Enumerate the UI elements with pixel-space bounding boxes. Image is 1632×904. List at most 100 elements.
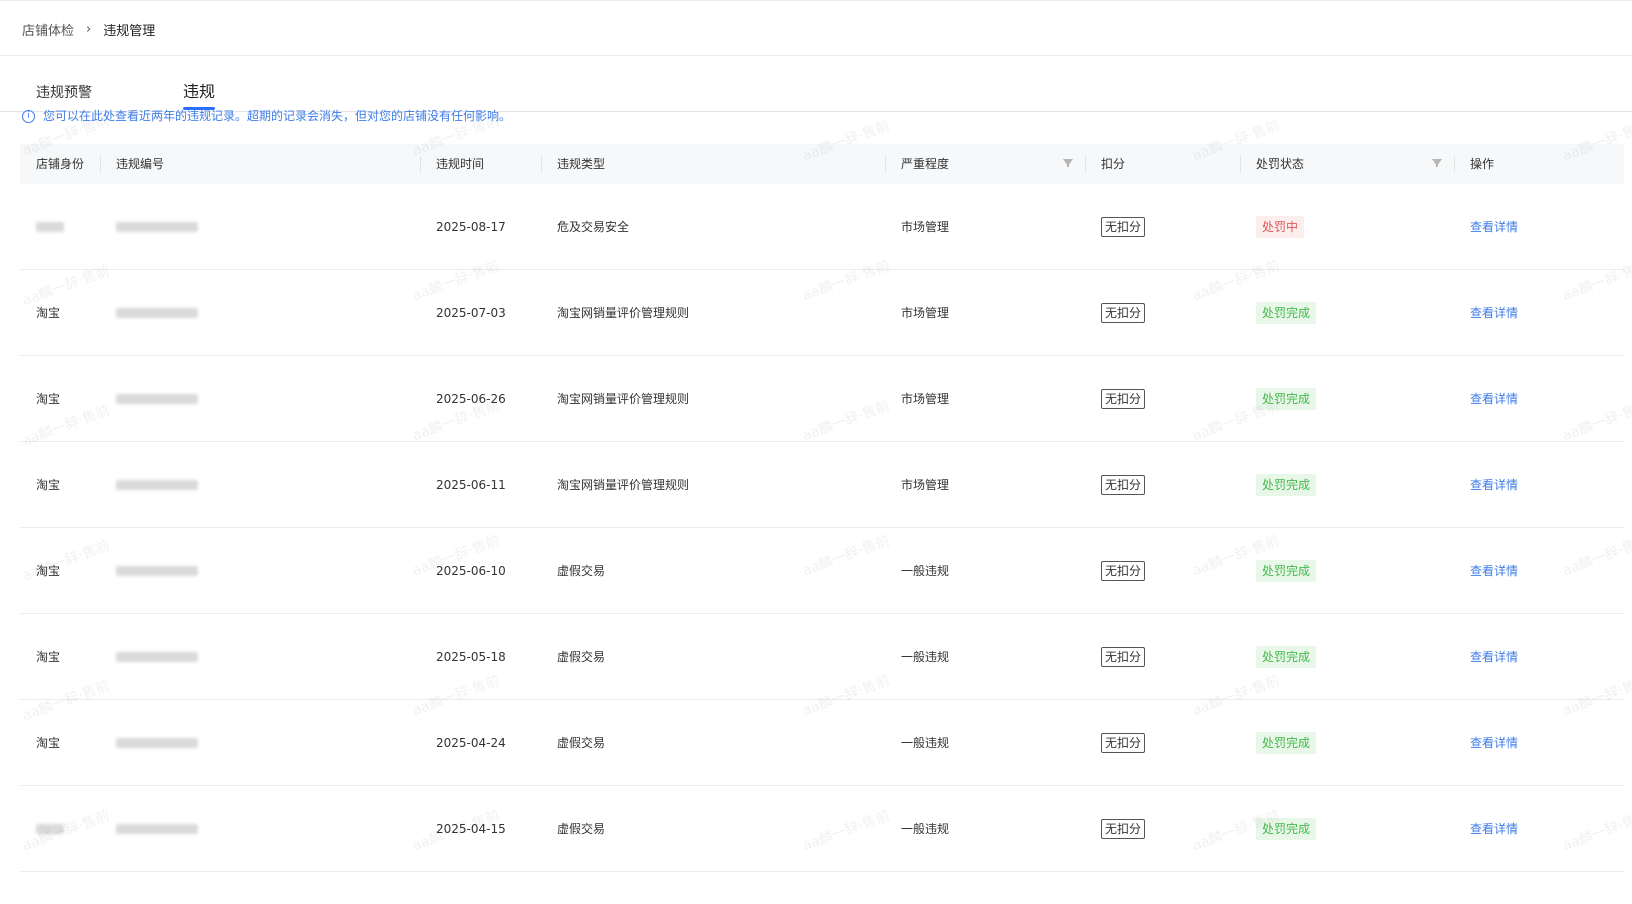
severity-cell: 一般违规 [901,564,950,578]
violation-id-cell [100,392,420,406]
status-badge: 处罚完成 [1256,645,1317,668]
table-row: 2025-08-17 危及交易安全 市场管理 无扣分 处罚中 查看详情 [20,184,1624,270]
action-cell: 查看详情 [1454,562,1624,579]
violation-id-cell [100,564,420,578]
violation-time-cell: 2025-04-24 [436,735,506,750]
status-cell: 处罚完成 [1240,473,1454,496]
column-divider [1085,156,1086,172]
view-details-link[interactable]: 查看详情 [1470,478,1518,492]
status-badge: 处罚中 [1256,215,1305,238]
shop-identity-cell: 淘宝 [20,390,100,407]
violation-id-cell [100,736,420,750]
view-details-link[interactable]: 查看详情 [1470,220,1518,234]
header-action: 操作 [1454,144,1624,184]
notice-bar: i 您可以在此处查看近两年的违规记录。超期的记录会消失，但对您的店铺没有任何影响… [22,109,511,125]
redacted-violation-id [116,222,198,232]
table-row: 2025-04-15 虚假交易 一般违规 无扣分 处罚完成 查看详情 [20,786,1624,872]
header-violation-time: 违规时间 [420,144,541,184]
violation-type-cell: 虚假交易 [557,822,606,836]
header-deduction-label: 扣分 [1101,157,1126,171]
table-row: 淘宝 2025-04-24 虚假交易 一般违规 无扣分 处罚完成 查看详情 [20,700,1624,786]
violation-time-cell: 2025-06-10 [436,563,506,578]
redacted-violation-id [116,394,198,404]
shop-identity-text: 淘宝 [36,650,61,664]
deduction-tag: 无扣分 [1101,646,1146,667]
status-badge: 处罚完成 [1256,473,1317,496]
status-badge: 处罚完成 [1256,301,1317,324]
table-row: 淘宝 2025-06-11 淘宝网销量评价管理规则 市场管理 无扣分 处罚完成 … [20,442,1624,528]
view-details-link[interactable]: 查看详情 [1470,564,1518,578]
status-cell: 处罚完成 [1240,387,1454,410]
view-details-link[interactable]: 查看详情 [1470,650,1518,664]
status-badge: 处罚完成 [1256,387,1317,410]
redacted-violation-id [116,738,198,748]
violation-time-cell: 2025-08-17 [436,219,506,234]
redacted-violation-id [116,480,198,490]
header-severity-label: 严重程度 [901,157,950,171]
table-row: 淘宝 2025-06-10 虚假交易 一般违规 无扣分 处罚完成 查看详情 [20,528,1624,614]
view-details-link[interactable]: 查看详情 [1470,306,1518,320]
top-border [0,0,1632,1]
header-violation-id-label: 违规编号 [116,157,165,171]
header-severity: 严重程度 [885,144,1085,184]
deduction-tag: 无扣分 [1101,818,1146,839]
action-cell: 查看详情 [1454,734,1624,751]
action-cell: 查看详情 [1454,218,1624,235]
column-divider [1240,156,1241,172]
shop-identity-cell: 淘宝 [20,304,100,321]
redacted-violation-id [116,308,198,318]
violation-time-cell: 2025-06-26 [436,391,506,406]
severity-cell: 一般违规 [901,736,950,750]
column-divider [100,156,101,172]
deduction-cell: 无扣分 [1085,474,1240,495]
shop-identity-cell [20,822,100,836]
severity-cell: 市场管理 [901,220,950,234]
table-header: 店铺身份 违规编号 违规时间 违规类型 严重程度 扣分 处罚状态 操作 [20,144,1624,184]
deduction-tag: 无扣分 [1101,302,1146,323]
violation-table: 店铺身份 违规编号 违规时间 违规类型 严重程度 扣分 处罚状态 操作 2025… [20,144,1624,872]
view-details-link[interactable]: 查看详情 [1470,822,1518,836]
violation-type-cell: 淘宝网销量评价管理规则 [557,478,690,492]
violation-type-cell: 虚假交易 [557,650,606,664]
deduction-cell: 无扣分 [1085,818,1240,839]
violation-type-cell: 虚假交易 [557,736,606,750]
table-row: 淘宝 2025-06-26 淘宝网销量评价管理规则 市场管理 无扣分 处罚完成 … [20,356,1624,442]
filter-icon[interactable] [1432,159,1442,167]
breadcrumb-parent[interactable]: 店铺体检 [22,20,74,39]
notice-text: 您可以在此处查看近两年的违规记录。超期的记录会消失，但对您的店铺没有任何影响。 [43,109,512,123]
redacted-violation-id [116,652,198,662]
column-divider [541,156,542,172]
violation-type-cell: 淘宝网销量评价管理规则 [557,306,690,320]
deduction-cell: 无扣分 [1085,646,1240,667]
column-divider [420,156,421,172]
deduction-cell: 无扣分 [1085,388,1240,409]
column-divider [1454,156,1455,172]
deduction-tag: 无扣分 [1101,216,1146,237]
violation-id-cell [100,306,420,320]
view-details-link[interactable]: 查看详情 [1470,392,1518,406]
table-row: 淘宝 2025-07-03 淘宝网销量评价管理规则 市场管理 无扣分 处罚完成 … [20,270,1624,356]
filter-icon[interactable] [1063,159,1073,167]
redacted-shop [36,824,64,834]
severity-cell: 市场管理 [901,306,950,320]
severity-cell: 一般违规 [901,822,950,836]
column-divider [885,156,886,172]
breadcrumb-current: 违规管理 [103,23,156,39]
status-badge: 处罚完成 [1256,731,1317,754]
header-violation-id: 违规编号 [100,144,420,184]
shop-identity-text: 淘宝 [36,478,61,492]
shop-identity-text: 淘宝 [36,736,61,750]
view-details-link[interactable]: 查看详情 [1470,736,1518,750]
header-deduction: 扣分 [1085,144,1240,184]
status-cell: 处罚完成 [1240,731,1454,754]
tab-violation[interactable]: 违规 [183,78,215,102]
shop-identity-cell: 淘宝 [20,476,100,493]
shop-identity-text: 淘宝 [36,392,61,406]
deduction-tag: 无扣分 [1101,732,1146,753]
violation-type-cell: 虚假交易 [557,564,606,578]
action-cell: 查看详情 [1454,476,1624,493]
status-cell: 处罚完成 [1240,301,1454,324]
status-cell: 处罚完成 [1240,559,1454,582]
redacted-shop [36,222,64,232]
tab-violation-warning[interactable]: 违规预警 [36,82,92,102]
